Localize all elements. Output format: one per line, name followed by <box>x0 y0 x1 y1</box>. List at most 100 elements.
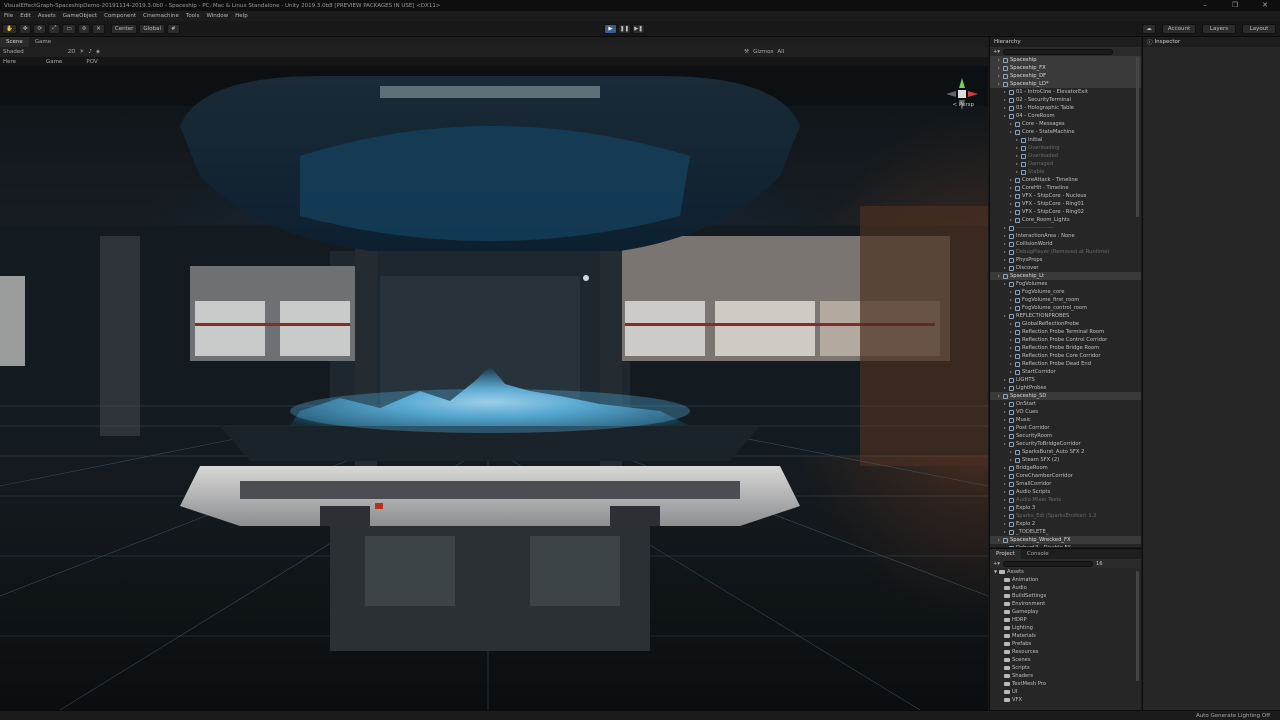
hierarchy-row[interactable]: ▸ CollisionWorld <box>990 240 1141 248</box>
play-button[interactable]: ▶ <box>604 24 617 34</box>
hierarchy-row[interactable]: ▸ OnStart <box>990 400 1141 408</box>
project-scrollbar[interactable] <box>1136 571 1139 681</box>
assets-root[interactable]: ▼ Assets <box>990 568 1141 576</box>
project-folder-row[interactable]: Prefabs <box>990 640 1141 648</box>
project-folder-row[interactable]: BuildSettings <box>990 592 1141 600</box>
menu-assets[interactable]: Assets <box>38 13 56 19</box>
menu-gameobject[interactable]: GameObject <box>63 13 97 19</box>
hierarchy-row[interactable]: ▸ VFX - ShipCore - Ring01 <box>990 200 1141 208</box>
hierarchy-row[interactable]: ▸ VO Cues <box>990 408 1141 416</box>
hierarchy-row[interactable]: ▸ Damaged <box>990 160 1141 168</box>
pivot-toggle[interactable]: Center <box>110 23 138 34</box>
hierarchy-row[interactable]: ▸ Steam SFX (2) <box>990 456 1141 464</box>
hierarchy-row[interactable]: ▸ StartCorridor <box>990 368 1141 376</box>
tab-game[interactable]: Game <box>29 37 57 47</box>
shading-mode-dropdown[interactable]: Shaded <box>3 49 24 55</box>
project-folder-row[interactable]: Resources <box>990 648 1141 656</box>
project-folder-row[interactable]: Scenes <box>990 656 1141 664</box>
hierarchy-row[interactable]: ▸ DebugPlayer (Removed at Runtime) <box>990 248 1141 256</box>
hierarchy-row[interactable]: ▸ Core - Messages <box>990 120 1141 128</box>
create-icon[interactable]: +▾ <box>993 49 1000 55</box>
project-folder-row[interactable]: TextMesh Pro <box>990 680 1141 688</box>
hand-tool-icon[interactable]: ✋ <box>2 23 17 34</box>
hierarchy-row[interactable]: ▸ Overloaded <box>990 152 1141 160</box>
hierarchy-row[interactable]: ▸ 04 - CoreRoom <box>990 112 1141 120</box>
audio-toggle-icon[interactable]: ♪ <box>88 49 92 55</box>
hierarchy-row[interactable]: ▸ FogVolume_first_room <box>990 296 1141 304</box>
hierarchy-row[interactable]: ▸ CoreAttack - Timeline <box>990 176 1141 184</box>
project-folder-row[interactable]: UI <box>990 688 1141 696</box>
project-folder-row[interactable]: Audio <box>990 584 1141 592</box>
hierarchy-row[interactable]: ▸ FogVolume_core <box>990 288 1141 296</box>
hierarchy-row[interactable]: ▸ Core_Room_Lights <box>990 216 1141 224</box>
hierarchy-row[interactable]: ▸ 01 - IntroCine - ElevatorExit <box>990 88 1141 96</box>
effects-toggle-icon[interactable]: ◈ <box>96 49 100 55</box>
project-search-input[interactable] <box>1002 560 1093 567</box>
hierarchy-scene-row[interactable]: ▸ Spaceship_Lt <box>990 272 1141 280</box>
hierarchy-row[interactable]: ▸ GlobalReflectionProbe <box>990 320 1141 328</box>
hierarchy-row[interactable]: ▸ SecurityToBridgeCorridor <box>990 440 1141 448</box>
hierarchy-scene-row[interactable]: ▸ Spaceship_FX <box>990 64 1141 72</box>
hierarchy-row[interactable]: ▸ BridgeRoom <box>990 464 1141 472</box>
hierarchy-scene-row[interactable]: ▸ Spaceship <box>990 56 1141 64</box>
account-dropdown[interactable]: Account <box>1162 24 1196 34</box>
project-folder-row[interactable]: HDRP <box>990 616 1141 624</box>
scene-viewport[interactable]: < Persp <box>0 66 988 710</box>
inspector-tab[interactable]: ⓘ Inspector <box>1143 37 1280 47</box>
tools-icon[interactable]: ⚒ <box>744 49 749 55</box>
hierarchy-row[interactable]: ▸ Post Corridor <box>990 424 1141 432</box>
space-toggle[interactable]: Global <box>139 23 165 34</box>
tab-scene[interactable]: Scene <box>0 37 29 47</box>
hierarchy-row[interactable]: ▸ CoreHit - Timeline <box>990 184 1141 192</box>
hierarchy-row[interactable]: ▸ Discover <box>990 264 1141 272</box>
menu-window[interactable]: Window <box>206 13 228 19</box>
hierarchy-row[interactable]: ▸ LIGHTS <box>990 376 1141 384</box>
project-folder-row[interactable]: Lighting <box>990 624 1141 632</box>
menu-cinemachine[interactable]: Cinemachine <box>143 13 179 19</box>
hierarchy-row[interactable]: ▸ VFX - ShipCore - Nucleus <box>990 192 1141 200</box>
hierarchy-scene-row[interactable]: ▸ Spaceship_LD* <box>990 80 1141 88</box>
layout-dropdown[interactable]: Layout <box>1242 24 1276 34</box>
hierarchy-row[interactable]: ▸ Reflection Probe Bridge Room <box>990 344 1141 352</box>
hierarchy-row[interactable]: ▸ 03 - Holographic Table <box>990 104 1141 112</box>
project-folder-row[interactable]: Shaders <box>990 672 1141 680</box>
scale-tool-icon[interactable]: ⤢ <box>48 23 61 34</box>
transform-tool-icon[interactable]: ✣ <box>77 23 91 34</box>
view-pov[interactable]: POV <box>86 59 97 65</box>
step-button[interactable]: ▶❚ <box>632 24 645 34</box>
hierarchy-row[interactable]: ▸ Core - StateMachine <box>990 128 1141 136</box>
hierarchy-row[interactable]: ▸ Explo 3 <box>990 504 1141 512</box>
scene-search[interactable]: All <box>777 49 784 55</box>
close-button[interactable]: ✕ <box>1250 0 1280 11</box>
projection-label[interactable]: < Persp <box>953 102 974 108</box>
custom-tool-icon[interactable]: ✕ <box>92 23 105 34</box>
project-folder-row[interactable]: Environment <box>990 600 1141 608</box>
hierarchy-row[interactable]: ▸ -------------------- <box>990 224 1141 232</box>
hierarchy-row[interactable]: ▸ PhysProps <box>990 256 1141 264</box>
hierarchy-row[interactable]: ▸ FogVolume_control_room <box>990 304 1141 312</box>
hierarchy-row[interactable]: ▸ Reflection Probe Control Corridor <box>990 336 1141 344</box>
pause-button[interactable]: ❚❚ <box>618 24 631 34</box>
hierarchy-row[interactable]: ▸ Audio Scripts <box>990 488 1141 496</box>
view-game[interactable]: Game <box>46 59 62 65</box>
project-folder-row[interactable]: Animation <box>990 576 1141 584</box>
hierarchy-row[interactable]: ▸ Explo 2 <box>990 520 1141 528</box>
hierarchy-row[interactable]: ▸ _TODELETE_ <box>990 528 1141 536</box>
hierarchy-row[interactable]: ▸ Sparks_Edi (SparksEmitter) 1.2 <box>990 512 1141 520</box>
hierarchy-row[interactable]: ▸ SparksBurst_Auto SFX 2 <box>990 448 1141 456</box>
maximize-button[interactable]: ❐ <box>1220 0 1250 11</box>
hierarchy-scene-row[interactable]: ▸ Spaceship_SD <box>990 392 1141 400</box>
menu-component[interactable]: Component <box>104 13 136 19</box>
hierarchy-row[interactable]: ▸DebugUI - Disable FX <box>990 544 1141 547</box>
move-tool-icon[interactable]: ✥ <box>18 23 32 34</box>
2d-toggle[interactable]: 2D <box>68 49 76 55</box>
gizmos-dropdown[interactable]: Gizmos <box>753 49 773 55</box>
hierarchy-row[interactable]: ▸ Stable <box>990 168 1141 176</box>
orientation-gizmo-icon[interactable] <box>942 74 982 114</box>
hierarchy-scene-row[interactable]: ▸ Spaceship_Wrecked_FX <box>990 536 1141 544</box>
hierarchy-row[interactable]: ▸ VFX - ShipCore - Ring02 <box>990 208 1141 216</box>
hierarchy-tab[interactable]: Hierarchy <box>990 37 1141 47</box>
hierarchy-row[interactable]: ▸ InteractionArea : None <box>990 232 1141 240</box>
hierarchy-row[interactable]: ▸ Music <box>990 416 1141 424</box>
hierarchy-row[interactable]: ▸ Reflection Probe Dead End <box>990 360 1141 368</box>
